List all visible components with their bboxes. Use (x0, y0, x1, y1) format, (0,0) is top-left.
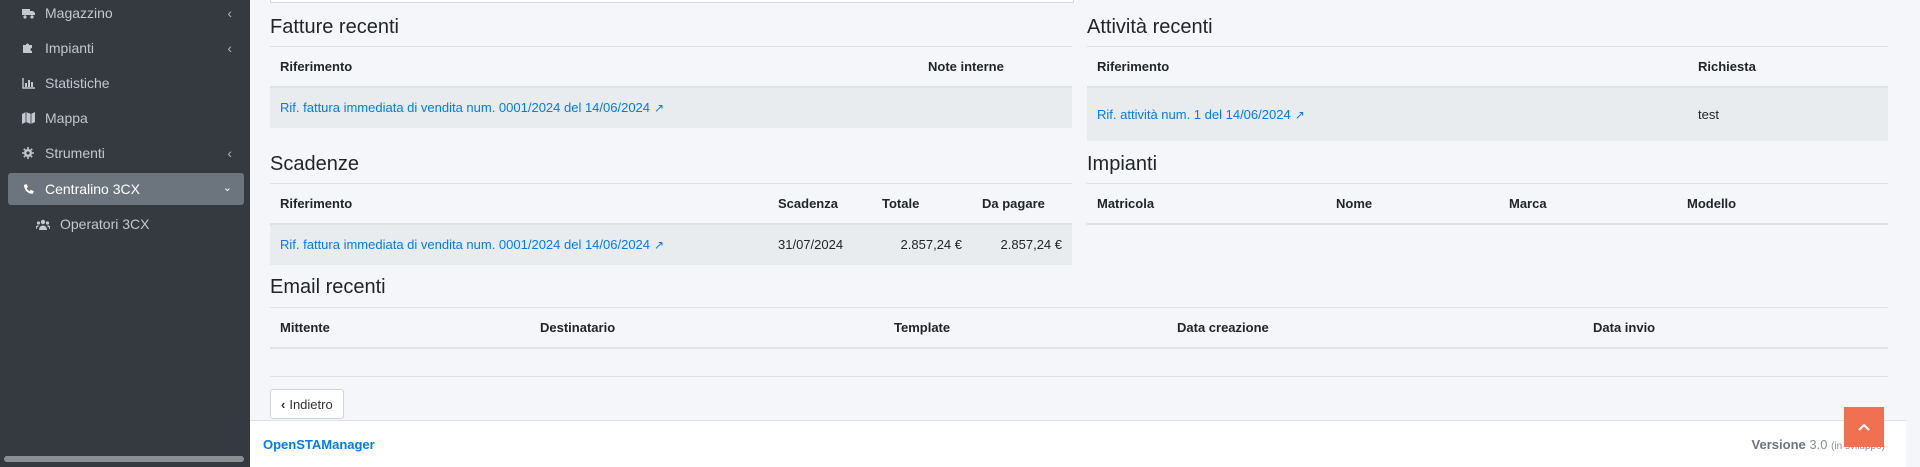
scroll-to-top-button[interactable] (1844, 407, 1884, 447)
table-cell: 2.857,24 € (972, 223, 1072, 265)
sidebar-item-centralino[interactable]: Centralino 3CX ⌄ (8, 173, 244, 205)
table-row: Rif. fattura immediata di vendita num. 0… (270, 223, 1072, 265)
table-header-row: Riferimento Richiesta (1087, 46, 1888, 88)
column-header: Data invio (1583, 307, 1888, 349)
section-title-impianti: Impianti (1087, 153, 1158, 175)
column-header: Data creazione (1167, 307, 1583, 349)
users-icon (34, 219, 52, 230)
chevron-left-icon: ‹ (227, 5, 232, 21)
sidebar-item-strumenti[interactable]: Strumenti ‹ (8, 137, 244, 169)
sidebar-item-label: Centralino 3CX (45, 181, 140, 197)
chevron-up-icon (1858, 418, 1870, 436)
table-header-row: Mittente Destinatario Template Data crea… (270, 307, 1888, 349)
email-empty-row (270, 348, 1888, 377)
column-header: Modello (1677, 183, 1888, 225)
table-row: Rif. attività num. 1 del 14/06/2024 ↗ tes… (1087, 86, 1888, 141)
table-header-row: Matricola Nome Marca Modello (1087, 183, 1888, 225)
section-title-attivita: Attività recenti (1087, 16, 1213, 38)
page-scrollbar[interactable] (1906, 0, 1920, 467)
sidebar-item-label: Magazzino (45, 5, 113, 21)
footer: OpenSTAManager Versione 3.0 (in sviluppo… (250, 420, 1920, 467)
invoice-link[interactable]: Rif. fattura immediata di vendita num. 0… (280, 237, 664, 252)
sidebar-item-label: Statistiche (45, 75, 110, 91)
version-label: Versione (1751, 437, 1806, 452)
external-link-icon: ↗ (654, 101, 665, 115)
scadenze-table: Riferimento Scadenza Totale Da pagare Ri… (270, 183, 1072, 265)
table-cell: 31/07/2024 (768, 223, 872, 265)
section-title-scadenze: Scadenze (270, 153, 359, 175)
column-header: Scadenza (768, 183, 872, 225)
column-header: Note interne (918, 46, 1072, 88)
chevron-left-icon: ‹ (281, 396, 286, 412)
table-cell: Rif. attività num. 1 del 14/06/2024 ↗ (1087, 86, 1688, 141)
column-header: Mittente (270, 307, 530, 349)
sidebar-item-label: Strumenti (45, 145, 105, 161)
column-header: Riferimento (270, 183, 768, 225)
version-number: 3.0 (1809, 437, 1828, 452)
back-button-label: Indietro (289, 396, 333, 412)
table-cell: Rif. fattura immediata di vendita num. 0… (270, 86, 918, 128)
sidebar-subitem-operatori[interactable]: Operatori 3CX (8, 208, 244, 240)
top-card-edge (270, 0, 1074, 3)
main-content: Fatture recenti Riferimento Note interne… (250, 0, 1920, 420)
column-header: Riferimento (270, 46, 918, 88)
sidebar-item-impianti[interactable]: Impianti ‹ (8, 32, 244, 64)
bar-chart-icon (19, 77, 37, 89)
column-header: Destinatario (530, 307, 884, 349)
table-header-row: Riferimento Scadenza Totale Da pagare (270, 183, 1072, 225)
sidebar-item-label: Impianti (45, 40, 95, 56)
chevron-down-icon: ⌄ (222, 182, 232, 194)
impianti-table: Matricola Nome Marca Modello (1087, 183, 1888, 225)
sidebar: Magazzino ‹ Impianti ‹ Statistiche Mappa… (0, 0, 250, 467)
truck-icon (19, 8, 37, 19)
column-header: Riferimento (1087, 46, 1688, 88)
sidebar-item-magazzino[interactable]: Magazzino ‹ (8, 0, 244, 29)
sidebar-scrollbar[interactable] (4, 456, 244, 462)
gear-icon (19, 147, 37, 159)
section-title-email: Email recenti (270, 276, 386, 298)
back-button[interactable]: ‹ Indietro (270, 389, 344, 419)
invoice-link[interactable]: Rif. fattura immediata di vendita num. 0… (280, 100, 664, 115)
table-cell: 2.857,24 € (872, 223, 972, 265)
column-header: Template (884, 307, 1167, 349)
external-link-icon: ↗ (1294, 107, 1305, 122)
activity-link[interactable]: Rif. attività num. 1 del 14/06/2024 ↗ (1097, 107, 1305, 122)
brand-link[interactable]: OpenSTAManager (263, 437, 375, 452)
table-row: Rif. fattura immediata di vendita num. 0… (270, 86, 1072, 128)
column-header: Da pagare (972, 183, 1072, 225)
sidebar-subitem-label: Operatori 3CX (60, 216, 150, 232)
table-cell (918, 86, 1072, 128)
column-header: Marca (1499, 183, 1677, 225)
column-header: Matricola (1087, 183, 1326, 225)
column-header: Richiesta (1688, 46, 1888, 88)
phone-icon (19, 183, 37, 195)
sidebar-item-label: Mappa (45, 110, 88, 126)
table-cell: test (1688, 86, 1888, 141)
column-header: Nome (1326, 183, 1499, 225)
email-table: Mittente Destinatario Template Data crea… (270, 307, 1888, 349)
sidebar-scrollbar-thumb[interactable] (4, 456, 244, 462)
section-title-fatture: Fatture recenti (270, 16, 399, 38)
sidebar-item-mappa[interactable]: Mappa (8, 102, 244, 134)
external-link-icon: ↗ (654, 238, 665, 252)
chevron-left-icon: ‹ (227, 145, 232, 161)
chevron-left-icon: ‹ (227, 40, 232, 56)
fatture-table: Riferimento Note interne Rif. fattura im… (270, 46, 1072, 128)
map-icon (19, 112, 37, 124)
attivita-table: Riferimento Richiesta Rif. attività num.… (1087, 46, 1888, 141)
sidebar-item-statistiche[interactable]: Statistiche (8, 67, 244, 99)
table-cell: Rif. fattura immediata di vendita num. 0… (270, 223, 768, 265)
table-header-row: Riferimento Note interne (270, 46, 1072, 88)
puzzle-icon (19, 42, 37, 54)
column-header: Totale (872, 183, 972, 225)
